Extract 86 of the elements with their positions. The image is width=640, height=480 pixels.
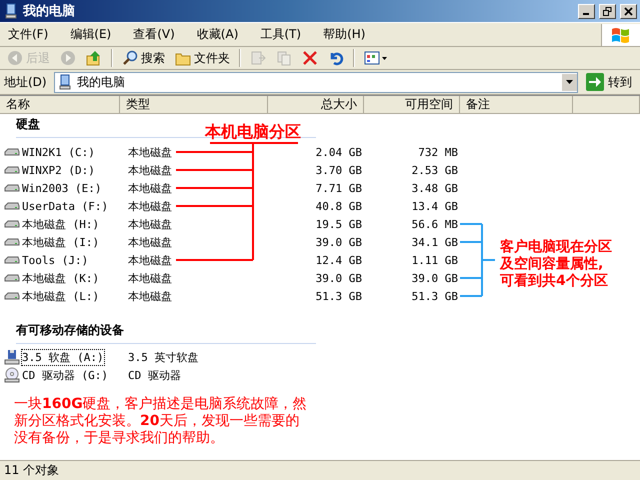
views-icon [364, 50, 388, 66]
restore-icon [603, 6, 612, 16]
drive-type: 3.5 英寸软盘 [127, 350, 198, 364]
drive-name[interactable]: WIN2K1 (C:) [22, 146, 95, 158]
status-bar: 11 个对象 [0, 460, 640, 480]
free-space: 51.3 GB [410, 290, 459, 302]
window-title: 我的电脑 [23, 2, 76, 20]
drive-name[interactable]: CD 驱动器 (G:) [22, 368, 108, 382]
computer-icon [3, 3, 19, 19]
address-label: 地址(D) [4, 74, 48, 90]
delete-icon [302, 50, 318, 66]
drive-type: 本地磁盘 [127, 180, 172, 196]
column-header[interactable]: 备注 [460, 96, 573, 114]
folders-button[interactable]: 文件夹 [172, 48, 233, 68]
free-space: 3.48 GB [410, 182, 459, 194]
menu-item[interactable]: 帮助(H) [319, 24, 374, 45]
total-size: 3.70 GB [314, 164, 363, 176]
drive-type: 本地磁盘 [127, 234, 172, 250]
drive-type: 本地磁盘 [127, 216, 172, 232]
back-icon [7, 50, 23, 66]
free-space: 13.4 GB [410, 200, 459, 212]
total-size: 7.71 GB [314, 182, 363, 194]
search-icon [122, 50, 138, 66]
copy-icon [276, 50, 292, 66]
cd-drive-icon [4, 367, 20, 383]
close-icon [624, 6, 633, 16]
computer-icon [57, 74, 73, 90]
customer-label: 可看到共4个分区 [500, 273, 609, 290]
drive-name[interactable]: 3.5 软盘 (A:) [22, 350, 104, 364]
column-header[interactable]: 总大小 [268, 96, 364, 114]
menu-item[interactable]: 编辑(E) [66, 24, 120, 45]
undo-icon [328, 50, 344, 66]
column-header[interactable]: 名称 [0, 96, 120, 114]
drive-type: 本地磁盘 [127, 162, 172, 178]
drive-type: CD 驱动器 [127, 368, 181, 382]
free-space: 39.0 GB [410, 272, 459, 284]
leader-line [482, 259, 495, 261]
drive-name[interactable]: 本地磁盘 (L:) [22, 288, 100, 304]
address-field[interactable]: 我的电脑 [54, 72, 578, 92]
drive-name[interactable]: Tools (J:) [22, 254, 88, 266]
menu-item[interactable]: 查看(V) [129, 24, 183, 45]
drive-type: 本地磁盘 [127, 270, 172, 286]
floppy-drive-icon [4, 349, 20, 365]
free-space: 732 MB [417, 146, 459, 158]
drive-name[interactable]: UserData (F:) [22, 200, 108, 212]
search-button[interactable]: 搜索 [119, 48, 168, 68]
forward-icon [60, 50, 76, 66]
restore-button[interactable] [599, 4, 616, 18]
move-icon [250, 50, 266, 66]
drive-name[interactable]: WINXP2 (D:) [22, 164, 95, 176]
column-header[interactable]: 可用空间 [364, 96, 460, 114]
drive-type: 本地磁盘 [127, 144, 172, 160]
close-button[interactable] [620, 4, 637, 18]
total-size: 19.5 GB [314, 218, 363, 230]
note-text: 新分区格式化安装。20天后，发现一些需要的 [14, 413, 300, 430]
group-title: 有可移动存储的设备 [16, 322, 316, 344]
total-size: 40.8 GB [314, 200, 363, 212]
note-text: 一块160G硬盘，客户描述是电脑系统故障，然 [14, 396, 308, 413]
total-size: 39.0 GB [314, 236, 363, 248]
free-space: 1.11 GB [410, 254, 459, 266]
drive-type: 本地磁盘 [127, 288, 172, 304]
column-header[interactable]: 类型 [120, 96, 268, 114]
total-size: 51.3 GB [314, 290, 363, 302]
total-size: 12.4 GB [314, 254, 363, 266]
go-button[interactable]: 转到 [582, 73, 636, 91]
minimize-button[interactable] [578, 4, 595, 18]
menu-item[interactable]: 文件(F) [4, 24, 56, 45]
menu-item[interactable]: 收藏(A) [192, 24, 246, 45]
free-space: 34.1 GB [410, 236, 459, 248]
menu-item[interactable]: 工具(T) [256, 24, 310, 45]
drive-name[interactable]: 本地磁盘 (K:) [22, 270, 100, 286]
drive-name[interactable]: Win2003 (E:) [22, 182, 102, 194]
customer-label: 客户电脑现在分区 [500, 239, 612, 256]
bracket-line [481, 224, 483, 296]
total-size: 2.04 GB [314, 146, 363, 158]
drive-type: 本地磁盘 [127, 252, 172, 268]
total-size: 39.0 GB [314, 272, 363, 284]
drive-name[interactable]: 本地磁盘 (I:) [22, 234, 100, 250]
free-space: 2.53 GB [410, 164, 459, 176]
note-text: 没有备份，于是寻求我们的帮助。 [14, 430, 225, 447]
drive-type: 本地磁盘 [127, 198, 172, 214]
free-space: 56.6 MB [410, 218, 459, 230]
drive-name[interactable]: 本地磁盘 (H:) [22, 216, 100, 232]
folder-up-icon [86, 50, 102, 66]
customer-label: 及空间容量属性, [500, 256, 604, 273]
partition-label: 本机电脑分区 [205, 122, 301, 143]
